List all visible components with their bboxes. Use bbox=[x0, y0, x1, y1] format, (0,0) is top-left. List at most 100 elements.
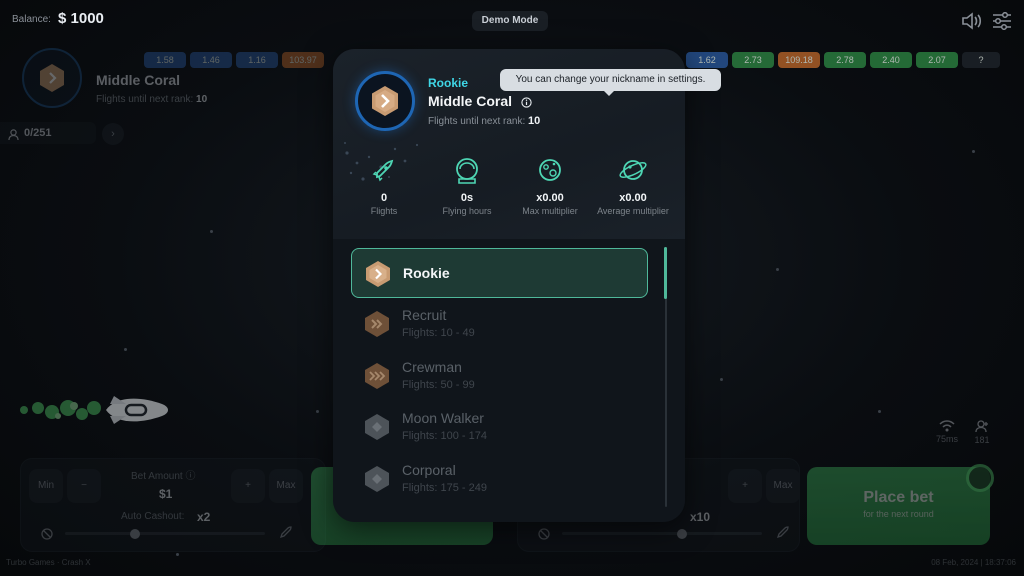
bet-amount-label: Bet Amount ⓘ bbox=[131, 471, 196, 482]
stat-label: Flying hours bbox=[442, 206, 492, 216]
history-chip: 2.40 bbox=[870, 52, 912, 68]
profile-nickname: Middle Coral bbox=[96, 72, 181, 88]
stat-label: Flights bbox=[370, 206, 398, 216]
rank-name: Recruit bbox=[402, 307, 447, 323]
profile-avatar[interactable] bbox=[22, 48, 82, 108]
nickname: Middle Coral bbox=[428, 93, 513, 109]
balance-label: Balance: bbox=[12, 14, 51, 25]
profile-next-rank: Flights until next rank: 10 bbox=[96, 94, 207, 105]
rank-hexagon-icon bbox=[40, 64, 64, 92]
profile-modal: Rookie Middle Coral Flights until next r… bbox=[333, 49, 685, 522]
stat-label: Max multiplier bbox=[522, 206, 578, 216]
helmet-icon bbox=[456, 158, 478, 184]
auto-cashout-label: Auto Cashout: bbox=[121, 511, 185, 522]
no-autoplay-icon[interactable] bbox=[41, 527, 53, 545]
history-chip: 109.18 bbox=[778, 52, 820, 68]
chat-button[interactable] bbox=[966, 464, 994, 492]
rank-item-moon-walker[interactable]: Moon Walker Flights: 100 - 174 bbox=[351, 402, 648, 452]
auto-cashout-value[interactable]: x10 bbox=[690, 510, 710, 524]
rank-name: Rookie bbox=[403, 265, 450, 281]
rank-item-rookie[interactable]: Rookie bbox=[351, 248, 648, 298]
bet-panel-left: Min − Bet Amount ⓘ $1 + Max Auto Cashout… bbox=[20, 458, 326, 552]
next-rank-value: 10 bbox=[528, 115, 541, 127]
stat-flying-hours: 0s Flying hours bbox=[430, 155, 504, 216]
history-chip: 1.16 bbox=[236, 52, 278, 68]
rank-rookie-icon bbox=[366, 261, 390, 287]
history-chip: 1.46 bbox=[190, 52, 232, 68]
max-button[interactable]: Max bbox=[766, 469, 800, 503]
current-rank-label: Rookie bbox=[428, 76, 469, 90]
stat-value: x0.00 bbox=[536, 192, 564, 204]
rank-range: Flights: 175 - 249 bbox=[402, 482, 487, 494]
star bbox=[878, 410, 881, 413]
rank-item-corporal[interactable]: Corporal Flights: 175 - 249 bbox=[351, 454, 648, 504]
history-chip: 103.97 bbox=[282, 52, 324, 68]
rocket-icon[interactable] bbox=[776, 525, 790, 544]
no-autoplay-icon[interactable] bbox=[538, 527, 550, 545]
footer-provider: Turbo Games · Crash X bbox=[6, 558, 91, 567]
profile-avatar[interactable] bbox=[355, 71, 415, 131]
auto-cashout-slider-knob[interactable] bbox=[130, 529, 140, 539]
rank-name: Corporal bbox=[402, 462, 456, 478]
planet-ring-icon bbox=[619, 160, 647, 180]
decrease-button[interactable]: − bbox=[67, 469, 101, 503]
min-button[interactable]: Min bbox=[29, 469, 63, 503]
rocket-icon[interactable] bbox=[279, 525, 293, 544]
auto-cashout-slider-knob[interactable] bbox=[677, 529, 687, 539]
info-icon[interactable] bbox=[521, 95, 532, 108]
history-more-button[interactable]: ? bbox=[962, 52, 1000, 68]
rank-range: Flights: 100 - 174 bbox=[402, 430, 487, 442]
players-count-value: 0/251 bbox=[24, 127, 52, 139]
auto-cashout-value[interactable]: x2 bbox=[197, 510, 210, 524]
online-users: 181 bbox=[966, 420, 998, 445]
settings-sliders-icon[interactable] bbox=[990, 9, 1014, 33]
sound-icon[interactable] bbox=[960, 9, 984, 33]
next-rank-label: Flights until next rank: bbox=[428, 116, 526, 127]
star bbox=[316, 410, 319, 413]
stat-value: 0 bbox=[380, 192, 388, 204]
next-rank-value: 10 bbox=[196, 94, 208, 105]
place-bet-button[interactable]: Place bet for the next round bbox=[807, 467, 990, 545]
ping-value: 75ms bbox=[935, 434, 958, 444]
place-bet-subtitle: for the next round bbox=[863, 509, 934, 519]
rank-item-crewman[interactable]: Crewman Flights: 50 - 99 bbox=[351, 351, 648, 401]
stat-flights: 0 Flights bbox=[347, 155, 421, 216]
ping-indicator: 75ms bbox=[930, 420, 964, 444]
history-chip: 2.73 bbox=[732, 52, 774, 68]
stat-average-multiplier: x0.00 Average multiplier bbox=[596, 155, 670, 216]
user-icon bbox=[8, 127, 19, 149]
stat-value: 0s bbox=[460, 192, 474, 204]
rank-item-recruit[interactable]: Recruit Flights: 10 - 49 bbox=[351, 299, 648, 349]
chevron-right-icon[interactable]: › bbox=[102, 123, 124, 145]
footer-datetime: 08 Feb, 2024 | 18:37:06 bbox=[931, 558, 1016, 567]
next-rank-label: Flights until next rank: bbox=[96, 94, 194, 105]
nickname-tooltip: You can change your nickname in settings… bbox=[500, 69, 721, 96]
planet-icon bbox=[539, 159, 561, 181]
bet-amount-value[interactable]: $1 bbox=[159, 487, 172, 501]
stat-label: Average multiplier bbox=[597, 206, 669, 216]
rank-list[interactable]: Rookie Recruit Flights: 10 - 49 Crewman … bbox=[333, 239, 685, 522]
increase-button[interactable]: + bbox=[231, 469, 265, 503]
rank-recruit-icon bbox=[365, 311, 389, 337]
star bbox=[720, 378, 723, 381]
rank-name: Crewman bbox=[402, 359, 462, 375]
stat-value: x0.00 bbox=[619, 192, 647, 204]
history-chip: 1.62 bbox=[686, 52, 728, 68]
star bbox=[776, 268, 779, 271]
history-chip: 2.78 bbox=[824, 52, 866, 68]
rank-list-scrollbar-thumb[interactable] bbox=[664, 247, 667, 299]
wifi-icon bbox=[939, 420, 955, 432]
online-users-value: 181 bbox=[974, 435, 990, 445]
star bbox=[210, 230, 213, 233]
auto-cashout-slider[interactable] bbox=[65, 532, 265, 535]
max-button[interactable]: Max bbox=[269, 469, 303, 503]
history-chip: 1.58 bbox=[144, 52, 186, 68]
auto-cashout-slider[interactable] bbox=[562, 532, 762, 535]
rank-moon-walker-icon bbox=[365, 414, 389, 440]
rocket-icon bbox=[372, 159, 394, 182]
rank-crewman-icon bbox=[365, 363, 389, 389]
increase-button[interactable]: + bbox=[728, 469, 762, 503]
next-rank-info: Flights until next rank: 10 bbox=[428, 115, 540, 127]
rank-range: Flights: 50 - 99 bbox=[402, 379, 475, 391]
players-count: 0/251 bbox=[0, 122, 96, 144]
